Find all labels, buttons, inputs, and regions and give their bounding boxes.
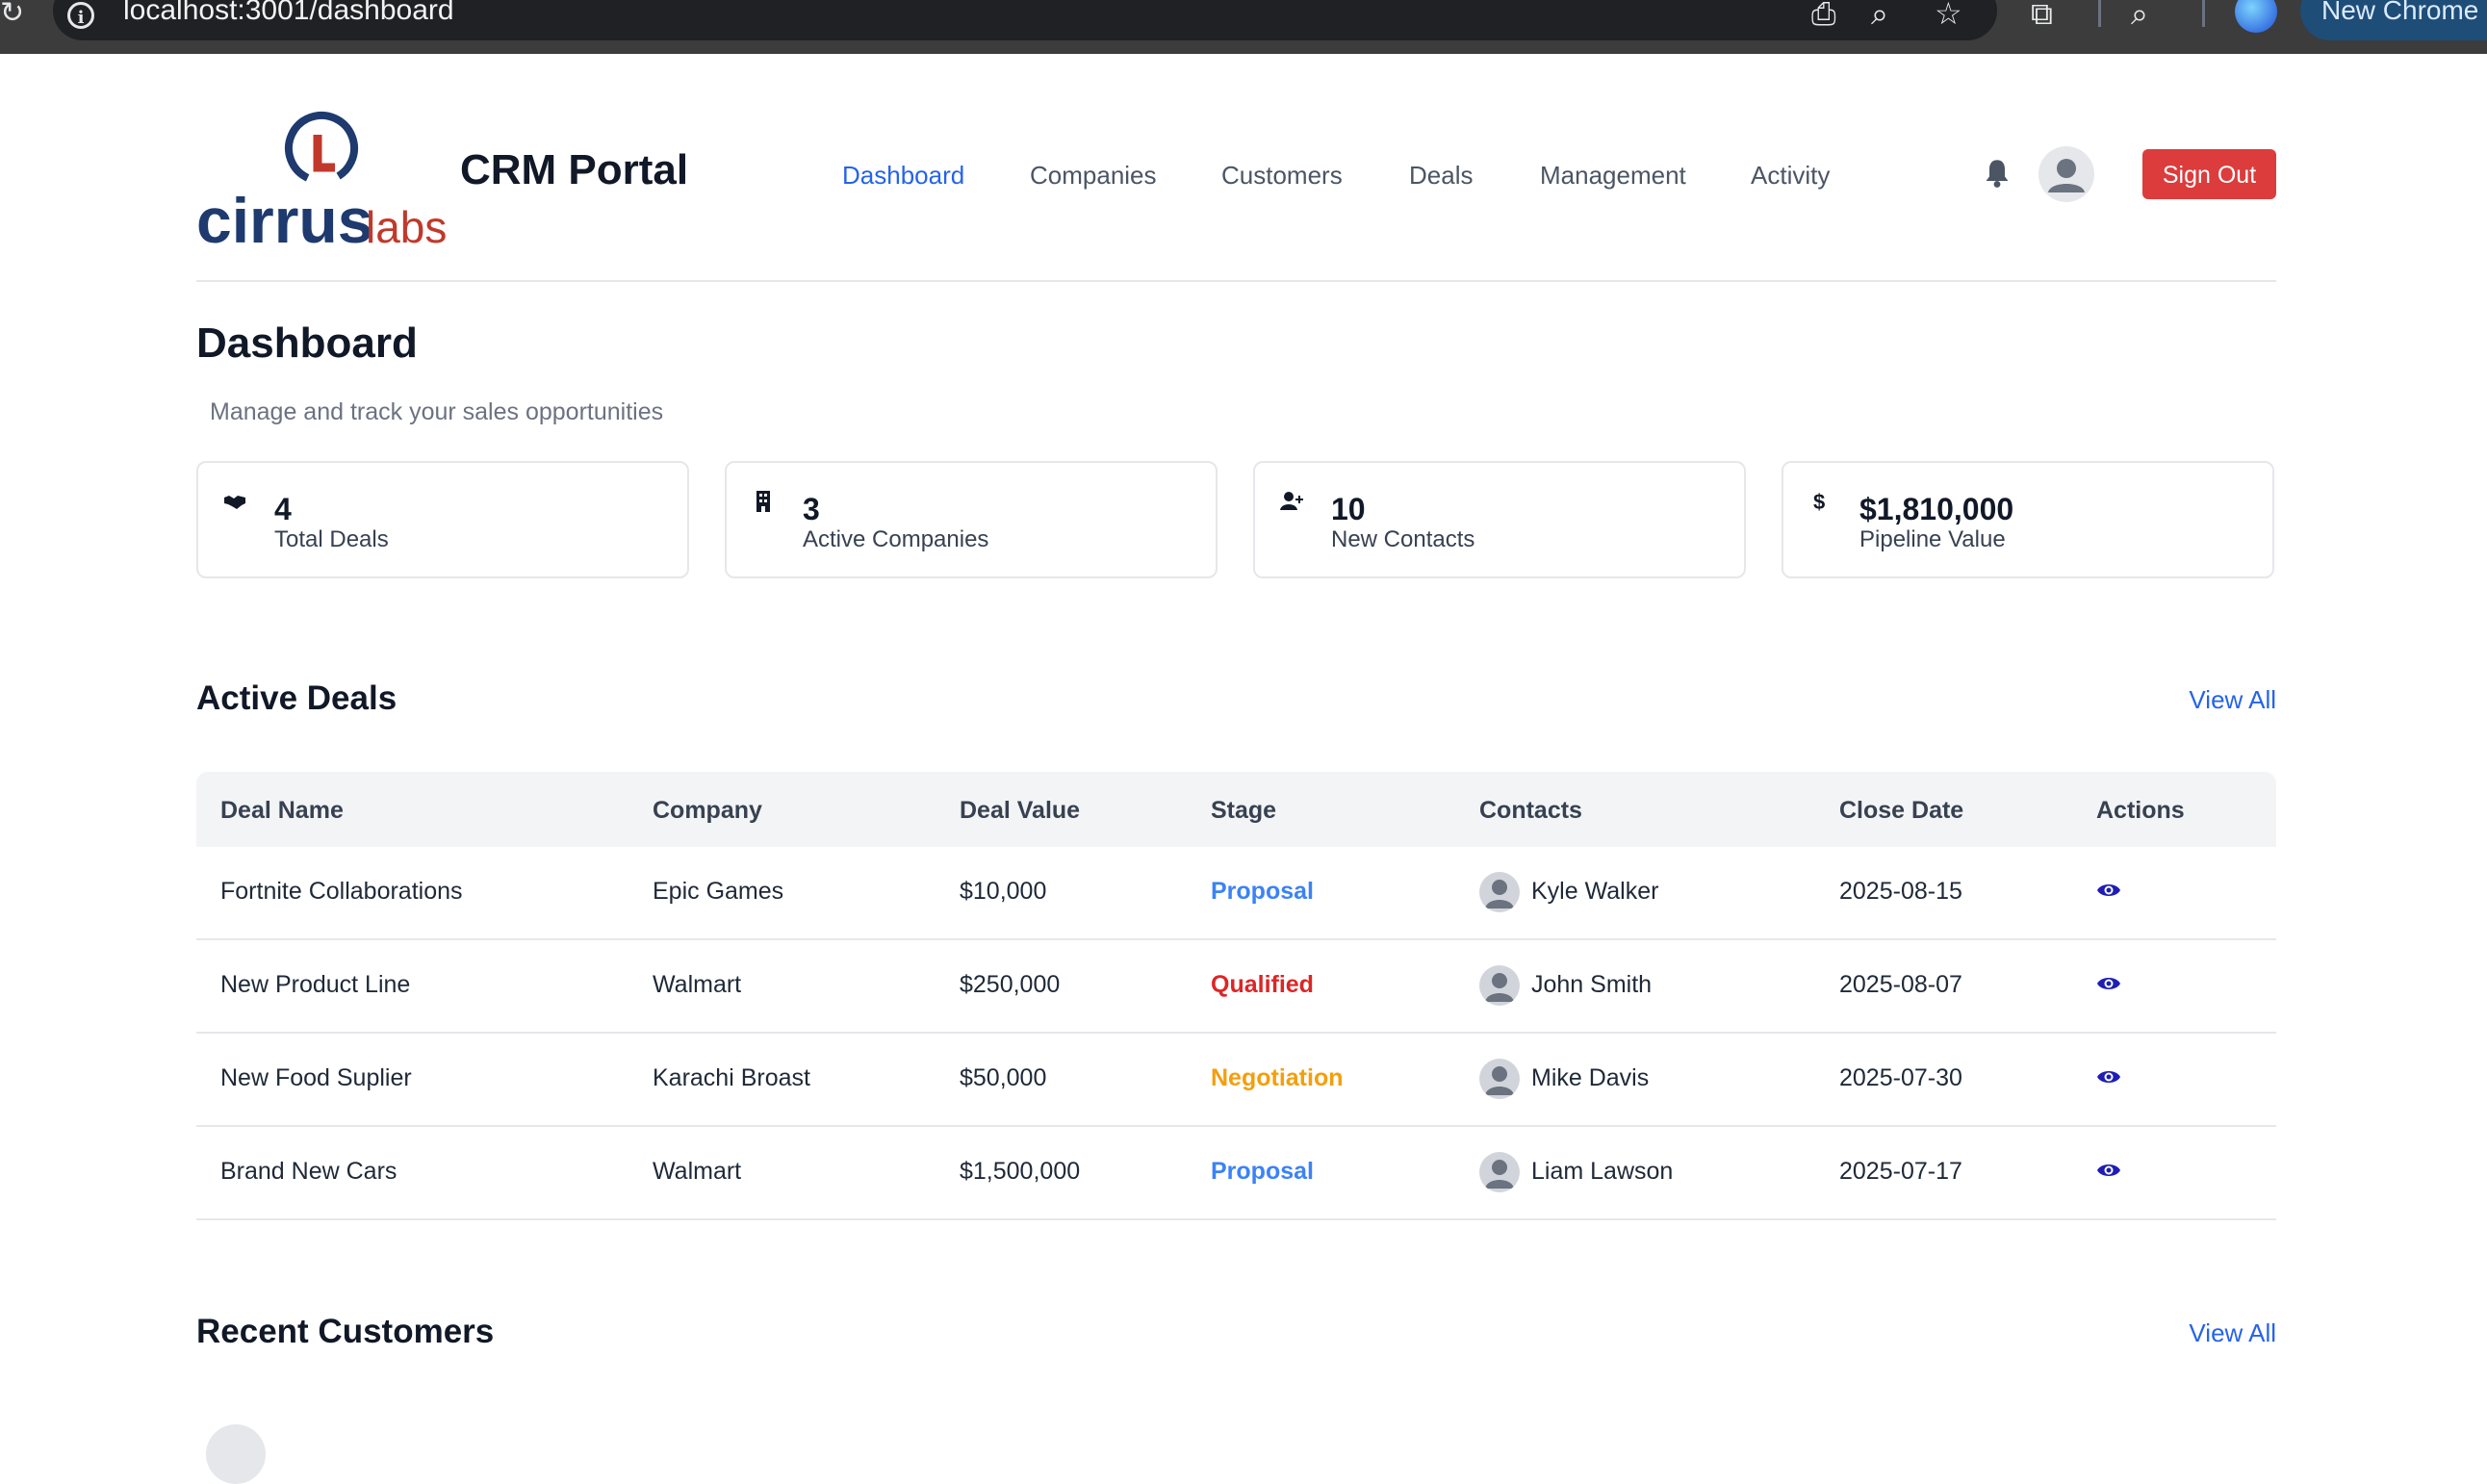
company-name: Epic Games — [653, 878, 784, 905]
user-plus-icon — [1280, 492, 1303, 510]
profile-avatar-icon[interactable] — [2235, 0, 2277, 33]
page-subtitle: Manage and track your sales opportunitie… — [210, 398, 664, 425]
install-app-icon[interactable]: ⎙ — [1811, 0, 1836, 33]
column-header: Stage — [1211, 797, 1277, 824]
contact-name: Kyle Walker — [1531, 878, 1659, 905]
nav-activity[interactable]: Activity — [1751, 161, 1830, 191]
logo-text-sub: labs — [366, 202, 447, 252]
nav-management[interactable]: Management — [1540, 161, 1686, 191]
view-eye-icon[interactable] — [2096, 1066, 2121, 1087]
nav-customers[interactable]: Customers — [1221, 161, 1343, 191]
contact-avatar-icon — [1479, 1152, 1520, 1192]
contact-name: John Smith — [1531, 971, 1653, 998]
table-row[interactable]: New Food Suplier Karachi Broast $50,000 … — [196, 1034, 2276, 1127]
company-name: Walmart — [653, 1158, 742, 1185]
nav-dashboard[interactable]: Dashboard — [842, 161, 964, 191]
stat-card-active-companies: 3 Active Companies — [725, 461, 1218, 578]
contact-avatar-icon — [1479, 965, 1520, 1006]
table-header: Deal Name Company Deal Value Stage Conta… — [196, 772, 2276, 847]
close-date: 2025-08-07 — [1839, 971, 1962, 998]
active-deals-title: Active Deals — [196, 679, 397, 717]
view-eye-icon[interactable] — [2096, 973, 2121, 994]
table-row[interactable]: Fortnite Collaborations Epic Games $10,0… — [196, 847, 2276, 940]
cirrus-labs-logo[interactable]: cirrus labs — [196, 108, 456, 256]
handshake-icon — [224, 496, 245, 509]
dollar-icon: $ — [1813, 490, 1825, 513]
new-chrome-button[interactable]: New Chrome — [2300, 0, 2487, 40]
customer-avatar-icon — [206, 1424, 266, 1484]
bell-icon[interactable] — [1984, 158, 2011, 189]
logo-text-main: cirrus — [196, 185, 372, 252]
column-header: Actions — [2096, 797, 2185, 824]
contact-avatar-icon — [1479, 1059, 1520, 1099]
stat-value: $1,810,000 — [1859, 492, 2014, 526]
close-date: 2025-07-30 — [1839, 1064, 1962, 1091]
url-text[interactable]: localhost:3001/dashboard — [123, 0, 454, 27]
stat-card-pipeline-value: $ $1,810,000 Pipeline Value — [1782, 461, 2274, 578]
stat-value: 3 — [803, 492, 820, 526]
page-title: Dashboard — [196, 320, 418, 367]
deal-name[interactable]: New Product Line — [220, 971, 410, 999]
reload-icon[interactable]: ↻ — [0, 0, 24, 30]
close-date: 2025-07-17 — [1839, 1158, 1962, 1185]
building-icon — [756, 491, 770, 512]
deal-value: $250,000 — [960, 971, 1061, 998]
header-divider — [196, 280, 2276, 282]
view-all-customers-link[interactable]: View All — [2189, 1318, 2276, 1348]
column-header: Deal Name — [220, 797, 344, 824]
column-header: Deal Value — [960, 797, 1081, 824]
lens-icon[interactable]: ⌕ — [2131, 0, 2148, 33]
recent-customers-title: Recent Customers — [196, 1313, 495, 1350]
stat-card-new-contacts: 10 New Contacts — [1253, 461, 1746, 578]
stat-card-total-deals: 4 Total Deals — [196, 461, 689, 578]
deal-name[interactable]: New Food Suplier — [220, 1064, 412, 1092]
company-name: Karachi Broast — [653, 1064, 810, 1091]
table-row[interactable]: New Product Line Walmart $250,000 Qualif… — [196, 940, 2276, 1034]
stage-badge: Proposal — [1211, 1158, 1314, 1185]
toolbar-divider — [2202, 0, 2205, 27]
stat-value: 10 — [1331, 492, 1366, 526]
stat-value: 4 — [274, 492, 292, 526]
nav-deals[interactable]: Deals — [1409, 161, 1473, 191]
column-header: Company — [653, 797, 762, 824]
stage-badge: Negotiation — [1211, 1064, 1344, 1091]
close-date: 2025-08-15 — [1839, 878, 1962, 905]
view-eye-icon[interactable] — [2096, 1160, 2121, 1181]
table-row[interactable]: Brand New Cars Walmart $1,500,000 Propos… — [196, 1127, 2276, 1220]
toolbar-divider — [2098, 0, 2101, 27]
svg-text:$: $ — [1813, 490, 1825, 513]
extensions-icon[interactable]: ⧉ — [2031, 0, 2053, 33]
column-header: Contacts — [1479, 797, 1582, 824]
contact-name: Mike Davis — [1531, 1064, 1650, 1091]
stat-label: Pipeline Value — [1859, 526, 2006, 552]
sign-out-button[interactable]: Sign Out — [2142, 149, 2276, 199]
stage-badge: Qualified — [1211, 971, 1314, 998]
contact-avatar-icon — [1479, 872, 1520, 912]
deals-table: Deal Name Company Deal Value Stage Conta… — [196, 772, 2276, 1220]
deal-name[interactable]: Fortnite Collaborations — [220, 878, 463, 906]
user-avatar-icon[interactable] — [2038, 146, 2094, 202]
bookmark-star-icon[interactable]: ☆ — [1935, 0, 1962, 33]
site-info-icon[interactable]: i — [67, 2, 94, 29]
column-header: Close Date — [1839, 797, 1964, 824]
stat-label: Total Deals — [274, 526, 389, 552]
contact-name: Liam Lawson — [1531, 1158, 1674, 1185]
view-eye-icon[interactable] — [2096, 880, 2121, 901]
deal-value: $10,000 — [960, 878, 1047, 905]
nav-companies[interactable]: Companies — [1030, 161, 1157, 191]
view-all-deals-link[interactable]: View All — [2189, 685, 2276, 715]
app-title: CRM Portal — [460, 146, 689, 193]
browser-toolbar: ↻ i localhost:3001/dashboard ⎙ ⌕ ☆ ⧉ ⌕ N… — [0, 0, 2487, 54]
deal-value: $50,000 — [960, 1064, 1047, 1091]
stat-label: Active Companies — [803, 526, 989, 552]
zoom-icon[interactable]: ⌕ — [1871, 0, 1888, 33]
company-name: Walmart — [653, 971, 742, 998]
stat-label: New Contacts — [1331, 526, 1475, 552]
stage-badge: Proposal — [1211, 878, 1314, 905]
deal-value: $1,500,000 — [960, 1158, 1081, 1185]
deal-name[interactable]: Brand New Cars — [220, 1158, 397, 1186]
